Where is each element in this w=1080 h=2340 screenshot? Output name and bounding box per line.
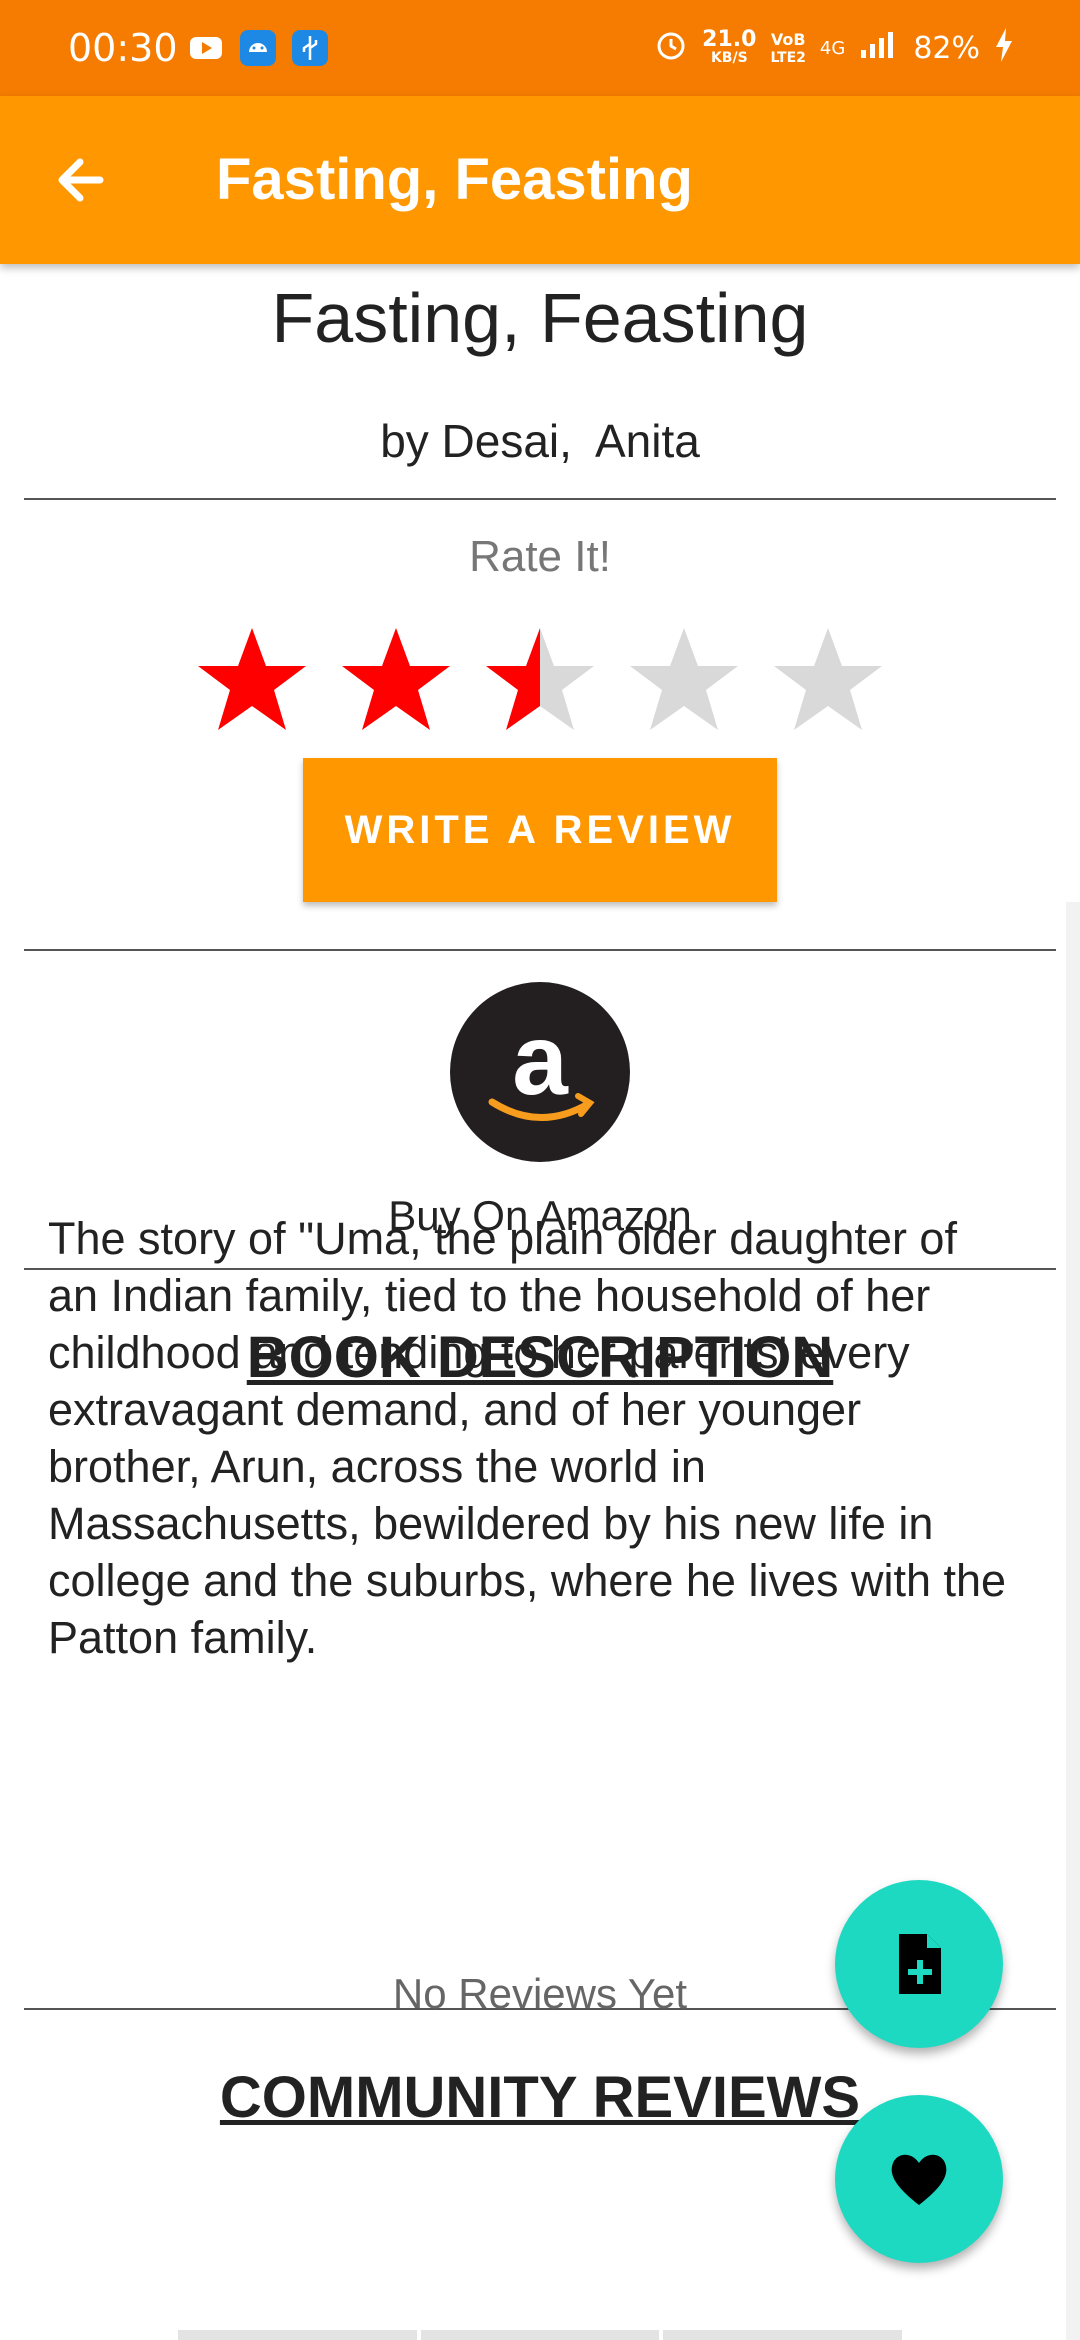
volte-top: VoB [770,29,806,49]
back-button[interactable] [40,138,124,222]
signal-icon [859,30,899,67]
bottom-tab-hint [178,2330,903,2340]
youtube-icon [188,30,224,66]
divider [24,949,1056,951]
status-bar: 00:30 21.0 KB/S VoB LTE2 4G 82% [0,0,1080,96]
book-title: Fasting, Feasting [271,279,809,357]
scrollbar[interactable] [1066,902,1080,2340]
alarm-icon [654,28,688,69]
volte-indicator: VoB LTE2 [770,29,806,67]
status-time: 00:30 [68,26,178,70]
note-add-icon [899,1934,941,1994]
amazon-button[interactable]: a [450,982,630,1162]
divider [24,498,1056,500]
tab-hint [420,2330,660,2340]
rate-label: Rate It! [469,532,611,581]
network-type: 4G [819,38,846,59]
add-note-fab[interactable] [835,1880,1003,2048]
star-1[interactable] [192,622,312,742]
net-speed: 21.0 KB/S [702,26,757,67]
star-2[interactable] [336,622,456,742]
usb-icon [292,30,328,66]
tab-hint [178,2330,417,2340]
net-speed-value: 21.0 [702,26,757,52]
favorite-fab[interactable] [835,2095,1003,2263]
book-description-text: The story of "Uma, the plain older daugh… [48,1213,1007,1663]
status-right: 21.0 KB/S VoB LTE2 4G 82% [654,28,1014,69]
tab-hint [663,2330,903,2340]
app-bar: Fasting, Feasting [0,96,1080,264]
star-5[interactable] [768,622,888,742]
charging-icon [994,28,1014,69]
volte-bottom: LTE2 [770,49,806,66]
star-4[interactable] [624,622,744,742]
app-bar-title: Fasting, Feasting [216,147,693,212]
svg-text:a: a [512,1004,569,1116]
book-author: by Desai, Anita [380,415,700,467]
star-3[interactable] [480,622,600,742]
battery-percent: 82% [913,31,980,66]
amazon-icon: a [450,982,630,1162]
write-review-button[interactable]: WRITE A REVIEW [303,758,777,902]
heart-icon [891,2154,947,2205]
rating-stars[interactable] [192,622,892,742]
android-icon [240,30,276,66]
arrow-back-icon [58,158,104,202]
